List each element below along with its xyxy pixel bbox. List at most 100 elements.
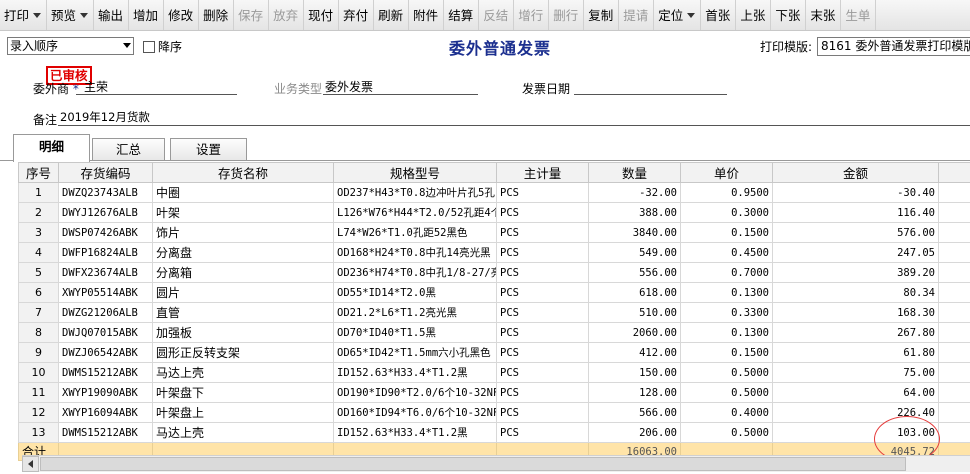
- cell-spec[interactable]: OD237*H43*T0.8边冲叶片孔5孔: [333, 182, 497, 203]
- toolbar-button-14[interactable]: 增行: [514, 0, 550, 30]
- cell-qty[interactable]: 618.00: [588, 282, 681, 303]
- toolbar-button-11[interactable]: 附件: [409, 0, 445, 30]
- cell-name[interactable]: 饰片: [152, 222, 334, 243]
- toolbar-button-18[interactable]: 定位: [654, 0, 702, 30]
- cell-name[interactable]: 叶架盘上: [152, 402, 334, 423]
- tab-detail[interactable]: 明细: [13, 134, 90, 162]
- cell-price[interactable]: 0.7000: [680, 262, 773, 283]
- cell-price[interactable]: 0.1500: [680, 222, 773, 243]
- table-row[interactable]: 1 DWZQ23743ALB 中圈 OD237*H43*T0.8边冲叶片孔5孔 PCS -…: [18, 182, 970, 203]
- cell-price[interactable]: 0.4000: [680, 402, 773, 423]
- cell-idx[interactable]: 6: [18, 282, 59, 303]
- cell-code[interactable]: DWYJ12676ALB: [58, 202, 153, 223]
- cell-name[interactable]: 马达上壳: [152, 422, 334, 443]
- cell-name[interactable]: 直管: [152, 302, 334, 323]
- cell-code[interactable]: DWZJ06542ABK: [58, 342, 153, 363]
- cell-unit[interactable]: PCS: [496, 242, 589, 263]
- cell-amount[interactable]: 64.00: [772, 382, 939, 403]
- print-template-select[interactable]: 8161 委外普通发票打印模版: [817, 37, 970, 56]
- chevron-down-icon[interactable]: [687, 12, 696, 18]
- chevron-down-icon[interactable]: [80, 12, 89, 18]
- cell-unit[interactable]: PCS: [496, 302, 589, 323]
- scroll-left-icon[interactable]: [22, 456, 39, 472]
- cell-unit[interactable]: PCS: [496, 282, 589, 303]
- cell-unit[interactable]: PCS: [496, 322, 589, 343]
- cell-price[interactable]: 0.5000: [680, 362, 773, 383]
- toolbar-button-4[interactable]: 修改: [164, 0, 200, 30]
- table-row[interactable]: 8 DWJQ07015ABK 加强板 OD70*ID40*T1.5黑 PCS 2060.0…: [18, 322, 970, 343]
- cell-spec[interactable]: OD65*ID42*T1.5mm六小孔黑色: [333, 342, 497, 363]
- cell-code[interactable]: XWYP16094ABK: [58, 402, 153, 423]
- toolbar-button-16[interactable]: 复制: [584, 0, 620, 30]
- cell-price[interactable]: 0.1300: [680, 282, 773, 303]
- cell-idx[interactable]: 1: [18, 182, 59, 203]
- cell-code[interactable]: DWZQ23743ALB: [58, 182, 153, 203]
- toolbar-button-19[interactable]: 首张: [701, 0, 737, 30]
- cell-unit[interactable]: PCS: [496, 402, 589, 423]
- biz-type-value[interactable]: 委外发票: [325, 78, 373, 95]
- cell-price[interactable]: 0.5000: [680, 382, 773, 403]
- cell-idx[interactable]: 2: [18, 202, 59, 223]
- toolbar-button-9[interactable]: 弃付: [339, 0, 375, 30]
- table-row[interactable]: 11 XWYP19090ABK 叶架盘下 OD190*ID90*T2.0/6个10-3…: [18, 382, 970, 403]
- cell-name[interactable]: 分离箱: [152, 262, 334, 283]
- cell-qty[interactable]: 128.00: [588, 382, 681, 403]
- tab-settings[interactable]: 设置: [170, 138, 247, 160]
- cell-name[interactable]: 圆片: [152, 282, 334, 303]
- cell-price[interactable]: 0.1300: [680, 322, 773, 343]
- cell-qty[interactable]: 150.00: [588, 362, 681, 383]
- cell-idx[interactable]: 5: [18, 262, 59, 283]
- toolbar-button-6[interactable]: 保存: [234, 0, 270, 30]
- cell-code[interactable]: DWZG21206ALB: [58, 302, 153, 323]
- cell-name[interactable]: 马达上壳: [152, 362, 334, 383]
- cell-amount[interactable]: 576.00: [772, 222, 939, 243]
- sort-order-select[interactable]: 录入顺序: [7, 37, 134, 55]
- chevron-down-icon[interactable]: [33, 12, 42, 18]
- toolbar-button-3[interactable]: 增加: [129, 0, 165, 30]
- cell-name[interactable]: 中圈: [152, 182, 334, 203]
- cell-amount[interactable]: 168.30: [772, 302, 939, 323]
- cell-idx[interactable]: 11: [18, 382, 59, 403]
- toolbar-button-2[interactable]: 输出: [94, 0, 130, 30]
- toolbar-button-1[interactable]: 预览: [47, 0, 95, 30]
- descending-checkbox[interactable]: [143, 40, 155, 53]
- cell-name[interactable]: 加强板: [152, 322, 334, 343]
- cell-code[interactable]: XWYP05514ABK: [58, 282, 153, 303]
- table-row[interactable]: 2 DWYJ12676ALB 叶架 L126*W76*H44*T2.0/52孔距4个 P…: [18, 202, 970, 223]
- table-row[interactable]: 7 DWZG21206ALB 直管 OD21.2*L6*T1.2亮光黑 PCS 510.0…: [18, 302, 970, 323]
- cell-spec[interactable]: OD21.2*L6*T1.2亮光黑: [333, 302, 497, 323]
- cell-amount[interactable]: 75.00: [772, 362, 939, 383]
- cell-code[interactable]: DWJQ07015ABK: [58, 322, 153, 343]
- cell-unit[interactable]: PCS: [496, 342, 589, 363]
- cell-qty[interactable]: 566.00: [588, 402, 681, 423]
- cell-spec[interactable]: OD160*ID94*T6.0/6个10-32NF钳: [333, 402, 497, 423]
- toolbar-button-21[interactable]: 下张: [771, 0, 807, 30]
- table-row[interactable]: 9 DWZJ06542ABK 圆形正反转支架 OD65*ID42*T1.5mm六小孔黑…: [18, 342, 970, 363]
- cell-unit[interactable]: PCS: [496, 262, 589, 283]
- cell-unit[interactable]: PCS: [496, 362, 589, 383]
- cell-qty[interactable]: 510.00: [588, 302, 681, 323]
- cell-amount[interactable]: -30.40: [772, 182, 939, 203]
- cell-spec[interactable]: OD190*ID90*T2.0/6个10-32NF钳: [333, 382, 497, 403]
- cell-name[interactable]: 圆形正反转支架: [152, 342, 334, 363]
- table-row[interactable]: 12 XWYP16094ABK 叶架盘上 OD160*ID94*T6.0/6个10-3…: [18, 402, 970, 423]
- cell-amount[interactable]: 80.34: [772, 282, 939, 303]
- cell-idx[interactable]: 10: [18, 362, 59, 383]
- col-header-index[interactable]: 序号: [18, 162, 59, 183]
- remark-value[interactable]: 2019年12月货款: [60, 109, 150, 125]
- cell-amount[interactable]: 267.80: [772, 322, 939, 343]
- cell-idx[interactable]: 8: [18, 322, 59, 343]
- cell-spec[interactable]: OD55*ID14*T2.0黑: [333, 282, 497, 303]
- cell-qty[interactable]: 549.00: [588, 242, 681, 263]
- cell-idx[interactable]: 12: [18, 402, 59, 423]
- cell-spec[interactable]: OD168*H24*T0.8中孔14亮光黑: [333, 242, 497, 263]
- cell-spec[interactable]: ID152.63*H33.4*T1.2黑: [333, 422, 497, 443]
- cell-amount[interactable]: 61.80: [772, 342, 939, 363]
- table-row[interactable]: 5 DWFX23674ALB 分离箱 OD236*H74*T0.8中孔1/8-27/亮…: [18, 262, 970, 283]
- cell-amount[interactable]: 389.20: [772, 262, 939, 283]
- col-header-spec[interactable]: 规格型号: [333, 162, 497, 183]
- cell-code[interactable]: DWSP07426ABK: [58, 222, 153, 243]
- cell-name[interactable]: 叶架盘下: [152, 382, 334, 403]
- toolbar-button-8[interactable]: 现付: [304, 0, 340, 30]
- cell-idx[interactable]: 4: [18, 242, 59, 263]
